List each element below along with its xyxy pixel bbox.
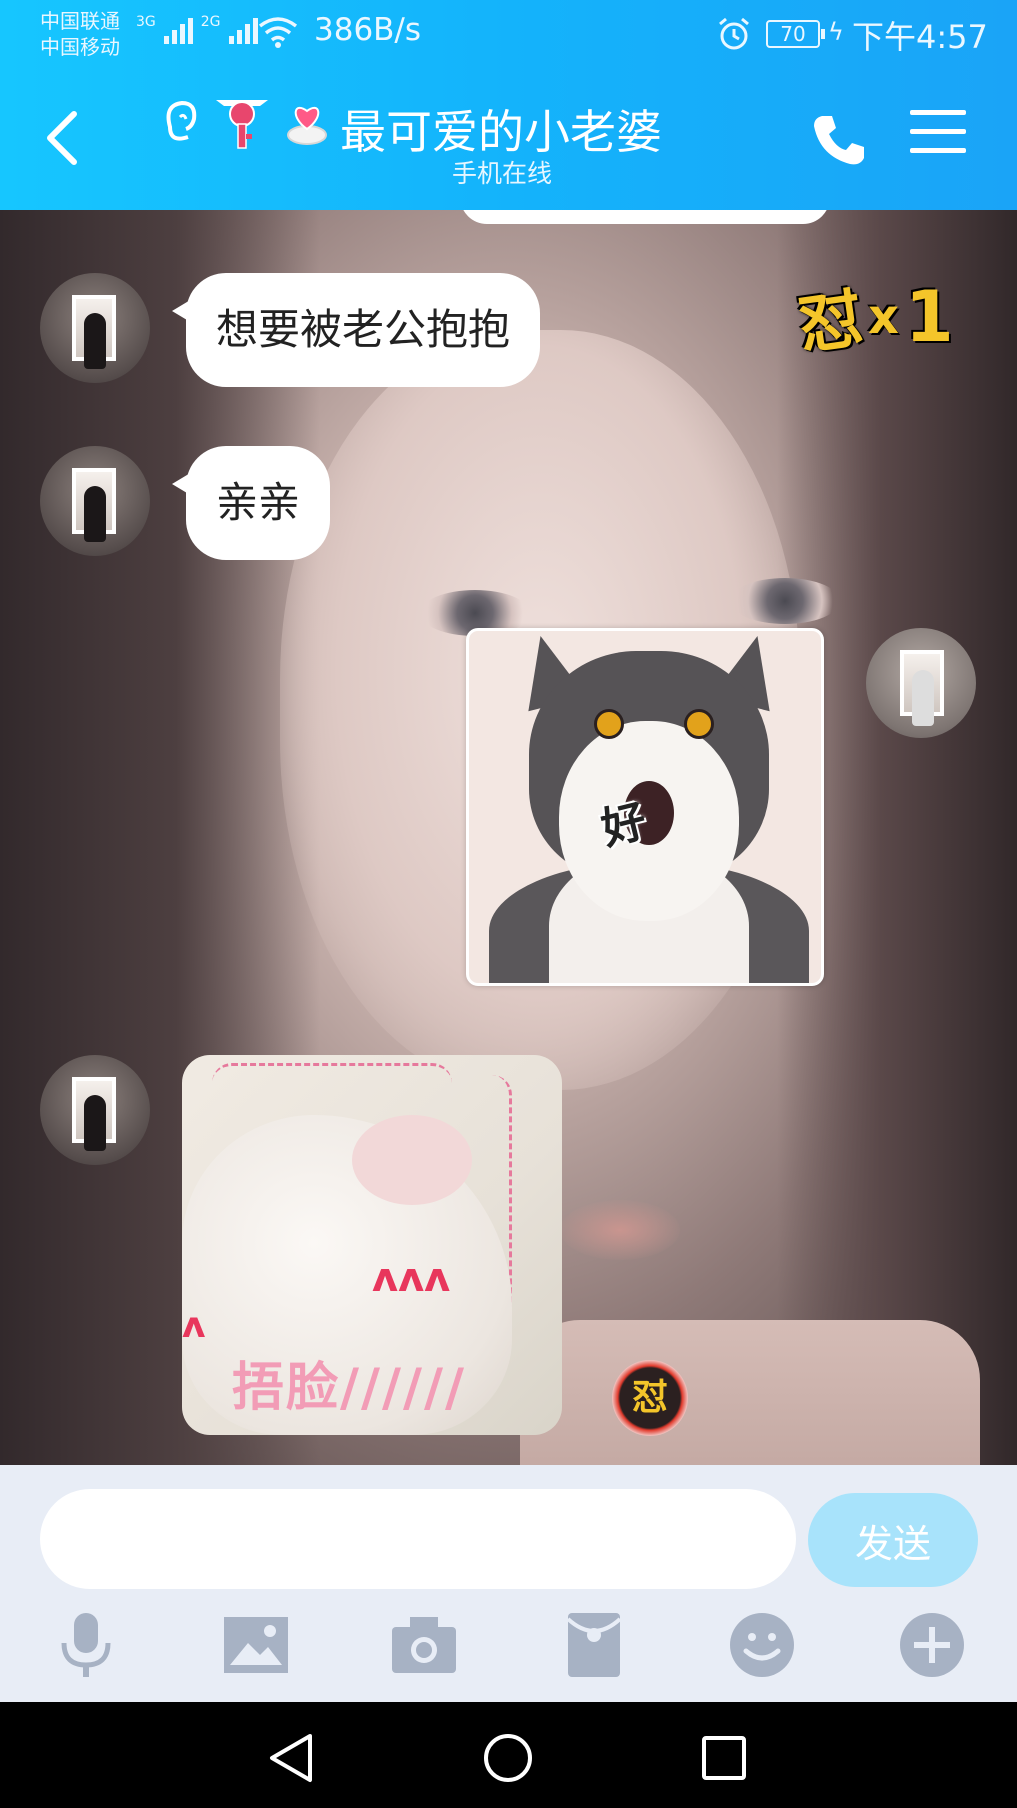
contact-avatar[interactable] bbox=[40, 446, 150, 556]
nav-recents-icon[interactable] bbox=[694, 1730, 754, 1786]
page-title: 最可爱的小老婆 bbox=[340, 105, 662, 159]
back-button[interactable] bbox=[38, 108, 88, 168]
sticker-caption: 捂脸////// bbox=[232, 1358, 466, 1418]
phone-call-button[interactable] bbox=[808, 110, 868, 170]
clock: 下午4:57 bbox=[852, 18, 988, 56]
camera-icon[interactable] bbox=[384, 1605, 464, 1685]
charging-icon: ϟ bbox=[828, 18, 844, 46]
chat-area[interactable]: 想要被老公抱抱 怼 x 1 亲亲 好 ʌʌʌ ʌ 捂脸////// 怼 bbox=[0, 210, 1017, 1465]
cat-sticker[interactable]: 好 bbox=[466, 628, 824, 986]
heart-ring-badge-icon bbox=[287, 106, 327, 145]
carrier-2: 中国移动 bbox=[40, 35, 120, 59]
dui-combo-badge: 怼 x 1 bbox=[794, 272, 990, 364]
send-button[interactable]: 发送 bbox=[808, 1493, 978, 1587]
image-icon[interactable] bbox=[216, 1605, 296, 1685]
net-speed: 386B/s bbox=[314, 12, 422, 48]
input-toolbar bbox=[0, 1605, 1017, 1695]
key-heart-badge-icon bbox=[216, 100, 268, 149]
bunny-sticker[interactable]: ʌʌʌ ʌ 捂脸////// bbox=[182, 1055, 562, 1435]
message-bubble[interactable]: 亲亲 bbox=[171, 446, 331, 560]
signal-bars-1-icon bbox=[163, 14, 193, 44]
status-bar: 中国联通 中国移动 3G 2G 386B/s 70 ϟ 下午4:57 bbox=[0, 0, 1017, 70]
signal-bars-2-icon bbox=[228, 14, 258, 44]
online-status: 手机在线 bbox=[452, 159, 553, 188]
microphone-icon[interactable] bbox=[46, 1605, 126, 1685]
wifi-icon bbox=[258, 17, 298, 48]
previous-message-bubble[interactable] bbox=[460, 210, 830, 224]
dui-count: 1 bbox=[904, 276, 954, 358]
carrier-1: 中国联通 bbox=[40, 9, 120, 33]
plus-icon[interactable] bbox=[892, 1605, 972, 1685]
menu-line bbox=[910, 148, 966, 153]
dui-char: 怼 bbox=[793, 281, 868, 365]
message-bubble[interactable]: 想要被老公抱抱 bbox=[171, 273, 541, 387]
network-type-1: 3G bbox=[136, 14, 156, 30]
red-packet-icon[interactable] bbox=[554, 1605, 634, 1685]
dui-button[interactable]: 怼 bbox=[612, 1360, 688, 1436]
background-wallpaper bbox=[520, 1320, 980, 1465]
signal-indicators: 3G 2G bbox=[136, 14, 258, 44]
carrier-labels: 中国联通 中国移动 bbox=[40, 8, 120, 60]
menu-line bbox=[910, 129, 966, 134]
contact-avatar[interactable] bbox=[40, 273, 150, 383]
menu-line bbox=[910, 110, 966, 115]
contact-avatar[interactable] bbox=[40, 1055, 150, 1165]
ear-badge-icon bbox=[166, 100, 197, 141]
dui-multiplier: x bbox=[868, 289, 899, 345]
my-avatar[interactable] bbox=[866, 628, 976, 738]
emoji-icon[interactable] bbox=[722, 1605, 802, 1685]
chat-title-area[interactable]: 最可爱的小老婆 手机在线 bbox=[160, 88, 860, 188]
background-wallpaper bbox=[560, 1200, 680, 1260]
battery-level: 70 bbox=[766, 20, 825, 48]
background-wallpaper bbox=[730, 578, 840, 624]
message-input[interactable] bbox=[40, 1489, 796, 1589]
title-badges bbox=[160, 94, 330, 150]
menu-button[interactable] bbox=[910, 110, 966, 166]
nav-back-icon[interactable] bbox=[262, 1730, 322, 1786]
input-bar: 发送 bbox=[0, 1465, 1017, 1702]
alarm-icon bbox=[719, 17, 749, 50]
top-bar: 中国联通 中国移动 3G 2G 386B/s 70 ϟ 下午4:57 最可爱的小… bbox=[0, 0, 1017, 210]
network-type-2: 2G bbox=[200, 14, 221, 30]
system-nav-bar bbox=[0, 1702, 1017, 1808]
nav-home-icon[interactable] bbox=[478, 1730, 538, 1786]
